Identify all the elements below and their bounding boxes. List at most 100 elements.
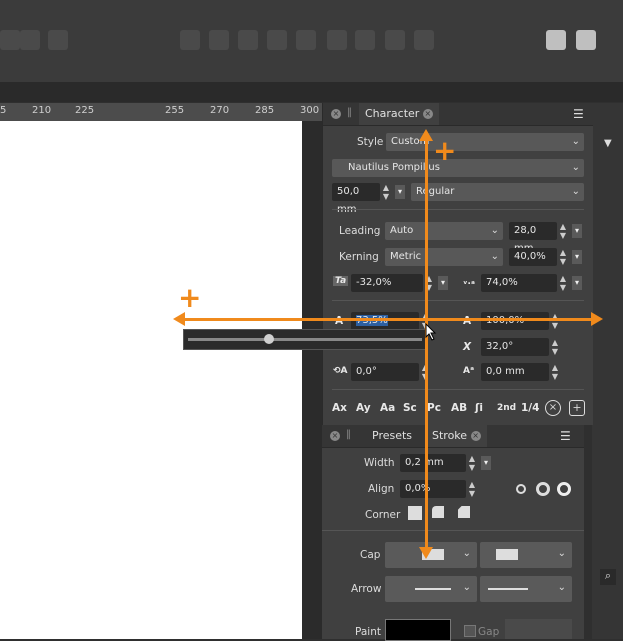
word-spacing-input[interactable]: 74,0% bbox=[481, 274, 557, 292]
stroke-width-stepper[interactable]: ▲ ▼ bbox=[467, 454, 477, 472]
kerning-stepper[interactable]: ▲ ▼ bbox=[558, 248, 568, 266]
kerning-mode-dropdown[interactable]: Metric ⌄ bbox=[385, 248, 503, 266]
word-spacing-icon: ᵥ.ₐ bbox=[463, 277, 476, 287]
baseline-input[interactable]: 0,0 mm bbox=[481, 363, 549, 381]
font-family-dropdown[interactable]: Nautilus Pompilius ⌄ bbox=[332, 159, 584, 177]
horizontal-scale-stepper[interactable]: ▲ ▼ bbox=[550, 312, 560, 330]
close-panel-icon[interactable]: × bbox=[331, 109, 341, 119]
word-spacing-menu-icon[interactable]: ▾ bbox=[572, 276, 582, 290]
text-path-icon[interactable] bbox=[576, 30, 596, 50]
scale-slider-knob[interactable] bbox=[264, 334, 274, 344]
kerning-input[interactable]: 40,0% bbox=[509, 248, 557, 266]
fractions-icon[interactable]: 1/4 bbox=[521, 402, 539, 414]
panel-menu-icon[interactable]: ☰ bbox=[560, 429, 571, 443]
toolbar-arrange-icon[interactable] bbox=[327, 30, 347, 50]
leading-stepper[interactable]: ▲ ▼ bbox=[558, 222, 568, 240]
drag-handle-icon[interactable]: ‖ bbox=[347, 107, 352, 118]
paint-swatch[interactable] bbox=[385, 619, 451, 641]
ruler-tick-label: 255 bbox=[165, 105, 185, 116]
toolbar-arrange-icon[interactable] bbox=[296, 30, 316, 50]
tracking-menu-icon[interactable]: ▾ bbox=[438, 276, 448, 290]
end-arrow-dropdown[interactable]: ⌄ bbox=[480, 576, 572, 602]
arrow-left-icon bbox=[173, 312, 185, 326]
more-typography-icon[interactable]: + bbox=[569, 400, 585, 416]
clear-formatting-icon[interactable]: × bbox=[545, 400, 561, 416]
miter-join-icon[interactable] bbox=[408, 506, 422, 520]
stroke-width-menu-icon[interactable]: ▾ bbox=[481, 456, 491, 470]
panel-menu-icon[interactable]: ☰ bbox=[573, 107, 584, 121]
swash-icon[interactable]: ʃi bbox=[475, 402, 483, 414]
leading-menu-icon[interactable]: ▾ bbox=[572, 224, 582, 238]
tab-presets[interactable]: Presets bbox=[372, 425, 412, 447]
ligatures-icon[interactable]: AB bbox=[451, 402, 467, 414]
bevel-join-icon[interactable] bbox=[458, 506, 470, 518]
toolbar-align-icon[interactable] bbox=[238, 30, 258, 50]
align-stepper[interactable]: ▲ ▼ bbox=[467, 480, 477, 498]
corner-label: Corner bbox=[365, 509, 401, 521]
stroke-panel: × ‖ Presets Stroke × ☰ Width 0,2 mm ▲ ▼ ▾… bbox=[322, 425, 584, 641]
rotation-input[interactable]: 0,0° bbox=[351, 363, 419, 381]
skew-input[interactable]: 32,0° bbox=[481, 338, 549, 356]
stroke-width-input[interactable]: 0,2 mm bbox=[400, 454, 466, 472]
small-caps-icon[interactable]: Sc bbox=[403, 402, 417, 414]
toolbar-arrange-icon[interactable] bbox=[385, 30, 405, 50]
chevron-down-icon: ⌄ bbox=[462, 582, 471, 593]
align-outside-icon[interactable] bbox=[557, 482, 571, 496]
scale-slider-track[interactable] bbox=[188, 338, 422, 341]
petite-caps-icon[interactable]: Pc bbox=[427, 402, 441, 414]
align-center-icon[interactable] bbox=[536, 482, 550, 496]
gap-checkbox[interactable] bbox=[464, 625, 476, 637]
arrow-label: Arrow bbox=[351, 583, 382, 595]
rotation-icon: ⟲A bbox=[333, 366, 348, 376]
font-size-value: 50,0 mm bbox=[337, 186, 360, 215]
font-size-input[interactable]: 50,0 mm bbox=[332, 183, 380, 215]
font-size-stepper[interactable]: ▲ ▼ bbox=[381, 183, 391, 201]
chevron-down-icon: ⌄ bbox=[462, 548, 471, 559]
text-frame-icon[interactable] bbox=[546, 30, 566, 50]
align-inside-icon[interactable] bbox=[516, 484, 526, 494]
word-spacing-stepper[interactable]: ▲ ▼ bbox=[558, 274, 568, 292]
vertical-scale-input[interactable]: 73,5% bbox=[351, 312, 419, 330]
toolbar-tool-icon[interactable] bbox=[20, 30, 40, 50]
style-dropdown[interactable]: Custom ⌄ bbox=[386, 133, 584, 151]
round-join-icon[interactable] bbox=[432, 506, 444, 518]
start-arrow-dropdown[interactable]: ⌄ bbox=[385, 576, 477, 602]
close-panel-icon[interactable]: × bbox=[330, 431, 340, 441]
font-size-menu-icon[interactable]: ▾ bbox=[395, 185, 405, 199]
toolbar-arrange-icon[interactable] bbox=[414, 30, 434, 50]
chevron-down-icon: ⌄ bbox=[490, 251, 499, 262]
document-canvas[interactable] bbox=[0, 121, 302, 639]
subscript-icon[interactable]: Ax bbox=[332, 402, 347, 414]
align-input[interactable]: 0,0% bbox=[400, 480, 466, 498]
leading-input[interactable]: 28,0 mm bbox=[509, 222, 557, 254]
toolbar-align-icon[interactable] bbox=[180, 30, 200, 50]
superscript-icon[interactable]: Ay bbox=[356, 402, 371, 414]
toolbar-arrange-icon[interactable] bbox=[355, 30, 375, 50]
kerning-menu-icon[interactable]: ▾ bbox=[572, 250, 582, 264]
toolbar-tool-icon[interactable] bbox=[48, 30, 68, 50]
panel-collapse-icon[interactable]: ▼ bbox=[604, 138, 612, 149]
toolbar-tool-icon[interactable] bbox=[0, 30, 20, 50]
case-icon[interactable]: Aa bbox=[380, 402, 395, 414]
tracking-input[interactable]: -32,0% bbox=[351, 274, 423, 292]
baseline-stepper[interactable]: ▲ ▼ bbox=[550, 363, 560, 381]
end-cap-dropdown[interactable]: ⌄ bbox=[480, 542, 572, 568]
ordinals-icon[interactable]: 2nd bbox=[497, 403, 516, 413]
close-tab-icon[interactable]: × bbox=[470, 431, 481, 441]
search-icon[interactable]: ⌕ bbox=[600, 569, 616, 585]
character-tabbar: × ‖ Character × ☰ bbox=[323, 103, 593, 126]
font-weight-dropdown[interactable]: Regular ⌄ bbox=[411, 183, 584, 201]
drag-handle-icon[interactable]: ‖ bbox=[346, 429, 351, 440]
skew-icon: X bbox=[463, 341, 472, 353]
tracking-value: -32,0% bbox=[356, 277, 392, 288]
gap-swatch[interactable] bbox=[505, 619, 572, 639]
toolbar-align-icon[interactable] bbox=[209, 30, 229, 50]
skew-stepper[interactable]: ▲ ▼ bbox=[550, 338, 560, 356]
close-tab-icon[interactable]: × bbox=[422, 109, 433, 119]
leading-mode-dropdown[interactable]: Auto ⌄ bbox=[385, 222, 503, 240]
horizontal-scale-input[interactable]: 100,0% bbox=[481, 312, 549, 330]
tab-stroke[interactable]: Stroke × bbox=[426, 425, 487, 447]
tab-character[interactable]: Character × bbox=[359, 103, 439, 125]
stroke-tabbar: × ‖ Presets Stroke × ☰ bbox=[322, 425, 584, 448]
toolbar-arrange-icon[interactable] bbox=[267, 30, 287, 50]
